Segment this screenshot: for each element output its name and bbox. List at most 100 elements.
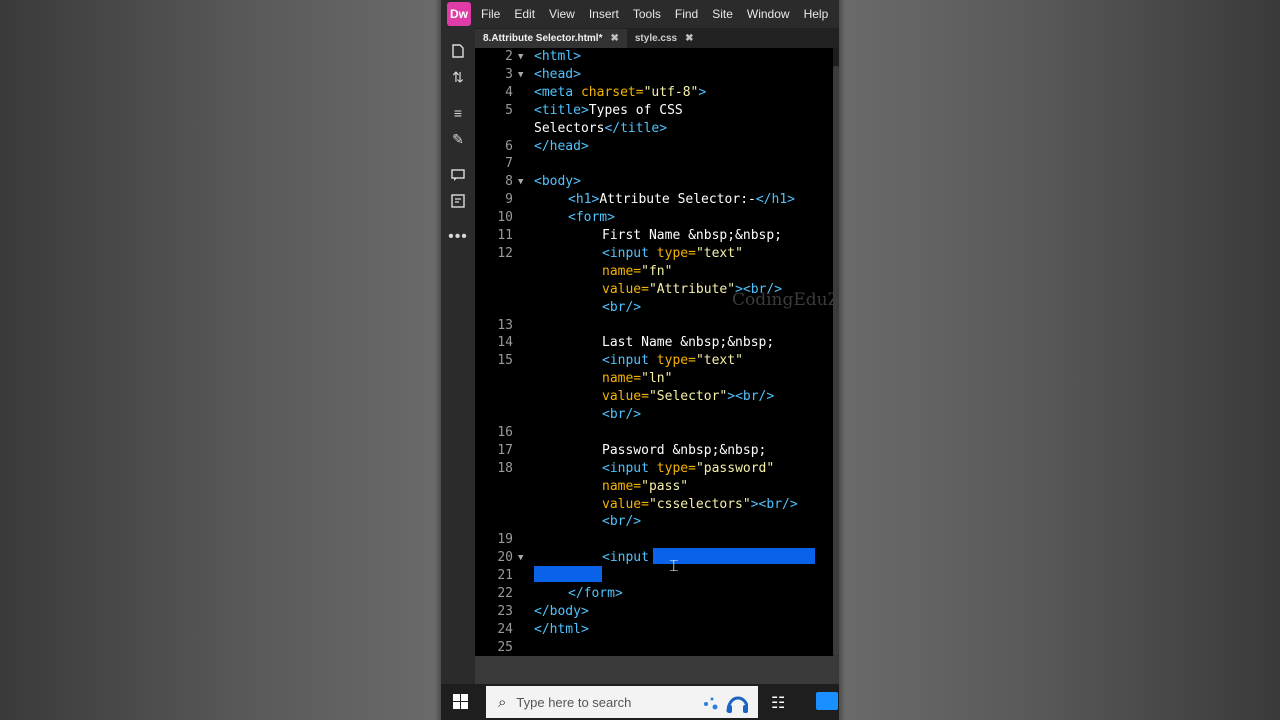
- code-token: </h1>: [755, 192, 795, 208]
- line-number: 7: [505, 156, 513, 172]
- code-text: value="Selector"><br/>: [602, 388, 774, 406]
- menu-bar: Dw File Edit View Insert Tools Find Site…: [441, 0, 839, 28]
- code-line: value="csselectors"><br/>: [475, 496, 833, 514]
- file-icon[interactable]: [446, 40, 470, 62]
- code-line: 11 First Name &nbsp;&nbsp;: [475, 227, 833, 245]
- more-icon[interactable]: •••: [446, 226, 470, 248]
- code-token: "Attribute": [648, 281, 736, 297]
- code-line: 22 </form>: [475, 585, 833, 603]
- code-token: "text": [695, 245, 743, 261]
- code-token: value=: [602, 496, 649, 512]
- search-highlight-icon: [698, 690, 748, 716]
- code-line: 25: [475, 639, 833, 656]
- code-editor[interactable]: 2 ▼ <html> 3 ▼ <head> 4 <meta charset="utf-8"> 5…: [475, 48, 833, 656]
- code-token: First Name &nbsp;&nbsp;: [602, 228, 783, 243]
- code-text: name="ln": [602, 370, 672, 388]
- code-token: ><br/>: [727, 389, 775, 405]
- line-number: 24: [497, 621, 513, 637]
- code-text: <br/>: [602, 513, 641, 531]
- search-icon: ⌕: [498, 693, 507, 711]
- code-line: 5 <title>Types of CSS: [475, 102, 833, 120]
- line-number: 16: [497, 424, 513, 440]
- line-number: 8: [505, 174, 513, 190]
- code-token: "fn": [641, 263, 673, 279]
- code-text: <meta charset="utf-8">: [534, 84, 706, 102]
- code-text: name="fn": [602, 263, 672, 281]
- code-line: 16: [475, 424, 833, 442]
- brush-icon[interactable]: ✎: [446, 128, 470, 150]
- comment-icon[interactable]: [446, 164, 470, 186]
- code-token: <input: [602, 245, 657, 261]
- menu-tools[interactable]: Tools: [633, 7, 661, 21]
- text-cursor-icon: ⌶: [669, 558, 679, 575]
- code-token: </head>: [534, 138, 589, 154]
- code-line: <br/>: [475, 406, 833, 424]
- sort-icon[interactable]: ⇅: [446, 66, 470, 88]
- code-token: type=: [656, 353, 696, 369]
- line-number: 22: [497, 586, 513, 601]
- code-token: </form>: [568, 586, 623, 601]
- code-text: <input type="text": [602, 245, 743, 263]
- code-token: </title>: [604, 120, 668, 136]
- tab-attribute-selector[interactable]: 8.Attribute Selector.html* ✖: [475, 29, 627, 48]
- line-number: 10: [497, 210, 513, 226]
- code-text: <body>: [534, 173, 581, 191]
- line-number: 25: [497, 639, 513, 655]
- task-view-icon[interactable]: ☷: [771, 693, 785, 713]
- code-text: Last Name &nbsp;&nbsp;: [602, 334, 774, 352]
- menu-edit[interactable]: Edit: [514, 7, 535, 21]
- code-token: </body>: [534, 603, 589, 619]
- taskbar-search-box[interactable]: ⌕ Type here to search: [486, 686, 758, 718]
- line-number: 17: [497, 442, 513, 458]
- code-text: <input: [602, 549, 649, 567]
- menu-window[interactable]: Window: [747, 7, 790, 21]
- code-token: "password": [695, 460, 775, 476]
- properties-icon[interactable]: ≡: [446, 102, 470, 124]
- code-token: Selectors: [534, 120, 605, 136]
- fold-arrow-icon[interactable]: ▼: [518, 66, 523, 84]
- code-token: value=: [602, 281, 649, 297]
- code-nav-icon[interactable]: [446, 190, 470, 212]
- code-line: 23 </body>: [475, 603, 833, 621]
- tab-style-css[interactable]: style.css ✖: [627, 29, 702, 48]
- tab-label: 8.Attribute Selector.html*: [483, 33, 603, 44]
- code-text: </form>: [568, 585, 623, 603]
- fold-arrow-icon[interactable]: ▼: [518, 173, 523, 191]
- code-token: <html>: [534, 49, 581, 64]
- menu-find[interactable]: Find: [675, 7, 698, 21]
- windows-start-icon[interactable]: [453, 694, 469, 710]
- scrollbar-thumb[interactable]: [833, 66, 839, 656]
- code-line: 9 <h1>Attribute Selector:-</h1>: [475, 191, 833, 209]
- code-line: 2 ▼ <html>: [475, 48, 833, 66]
- code-text: Selectors</title>: [534, 120, 667, 138]
- code-line: <br/>: [475, 513, 833, 531]
- code-token: Password &nbsp;&nbsp;: [602, 442, 767, 458]
- close-icon[interactable]: ✖: [610, 33, 618, 44]
- search-placeholder: Type here to search: [516, 694, 632, 710]
- menu-insert[interactable]: Insert: [589, 7, 619, 21]
- menu-help[interactable]: Help: [804, 7, 829, 21]
- close-icon[interactable]: ✖: [685, 33, 693, 44]
- line-number: 5: [505, 102, 513, 118]
- vertical-scrollbar[interactable]: [833, 48, 839, 656]
- code-text: value="csselectors"><br/>: [602, 496, 798, 514]
- menu-file[interactable]: File: [481, 7, 500, 21]
- menu-site[interactable]: Site: [712, 7, 733, 21]
- code-line: 19: [475, 531, 833, 549]
- code-token: <head>: [534, 66, 581, 82]
- code-token: Attribute Selector:-: [599, 192, 756, 208]
- line-number: 23: [497, 603, 513, 619]
- fold-arrow-icon[interactable]: ▼: [518, 48, 523, 66]
- fold-arrow-icon[interactable]: ▼: [518, 549, 523, 567]
- status-bar: [475, 656, 839, 684]
- line-number: 11: [497, 228, 513, 243]
- dreamweaver-logo: Dw: [447, 2, 471, 26]
- menu-view[interactable]: View: [549, 7, 575, 21]
- code-line: 3 ▼ <head>: [475, 66, 833, 84]
- code-token: <form>: [568, 210, 615, 226]
- mail-icon[interactable]: [816, 692, 838, 710]
- line-number: 14: [497, 335, 513, 351]
- code-token: "ln": [641, 371, 673, 387]
- code-line: 18 <input type="password": [475, 460, 833, 478]
- code-line: name="pass": [475, 478, 833, 496]
